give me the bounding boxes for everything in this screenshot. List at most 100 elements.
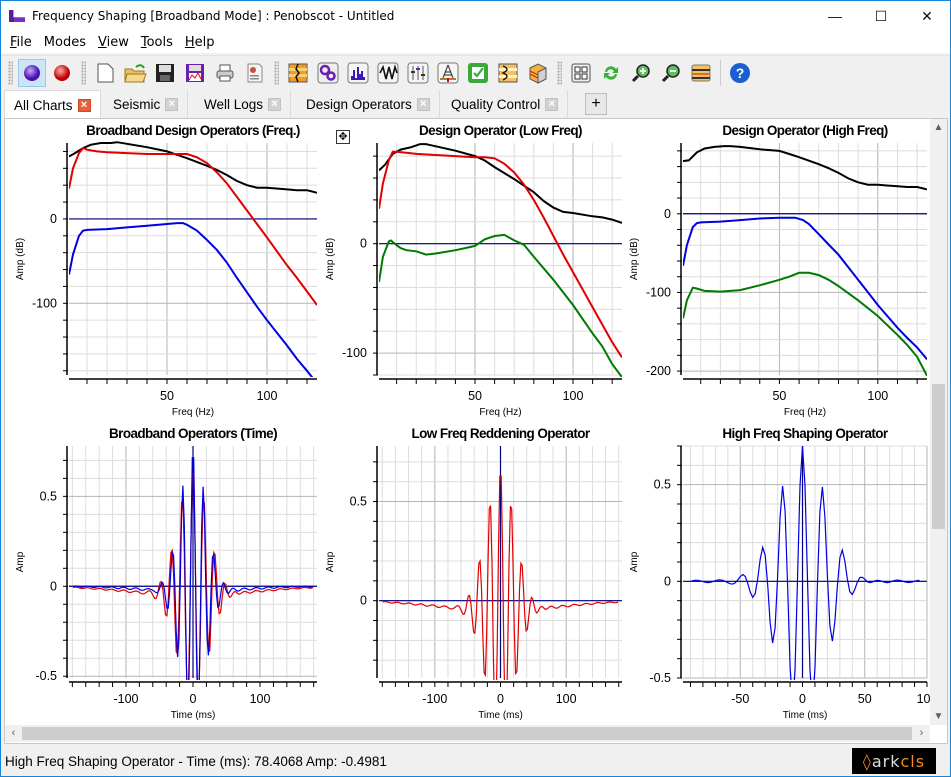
menu-help[interactable]: Help bbox=[179, 35, 221, 50]
y-tick-label: -0.5 bbox=[649, 671, 671, 685]
vertical-scrollbar[interactable]: ▲ ▼ bbox=[930, 119, 947, 725]
close-button[interactable]: ✕ bbox=[904, 1, 950, 31]
spectrum-button[interactable] bbox=[344, 59, 372, 87]
plot-area bbox=[69, 446, 317, 680]
toolbar-grip[interactable] bbox=[8, 60, 13, 85]
refresh-button[interactable] bbox=[597, 59, 625, 87]
tab-label: All Charts bbox=[14, 97, 73, 113]
close-icon: ✕ bbox=[921, 7, 933, 24]
horizon-button[interactable] bbox=[494, 59, 522, 87]
chart-title: Broadband Design Operators (Freq.) bbox=[86, 123, 300, 138]
chart-title: Design Operator (High Freq) bbox=[722, 123, 887, 138]
seismic-button[interactable] bbox=[284, 59, 312, 87]
chart-broadband-time[interactable]: Broadband Operators (Time) -100 0 100 0.5 0 -0… bbox=[5, 422, 320, 725]
chart-highfreq-shaping[interactable]: High Freq Shaping Operator -50 0 50 100 0.5 0 -… bbox=[619, 422, 930, 725]
save-icon bbox=[156, 63, 174, 82]
tab-design-operators[interactable]: Design Operators × bbox=[297, 90, 440, 118]
toolbar-grip[interactable] bbox=[557, 60, 562, 85]
new-file-button[interactable] bbox=[91, 59, 119, 87]
close-tab-icon[interactable]: × bbox=[416, 97, 430, 111]
sliders-button[interactable] bbox=[404, 59, 432, 87]
broadband-mode-button[interactable] bbox=[18, 58, 46, 87]
minimize-button[interactable]: — bbox=[812, 1, 858, 31]
well-button[interactable] bbox=[434, 59, 462, 87]
grid-layout-button[interactable] bbox=[567, 59, 595, 87]
menu-file[interactable]: File bbox=[4, 35, 38, 50]
tab-quality-control[interactable]: Quality Control × bbox=[442, 90, 569, 118]
open-button[interactable] bbox=[121, 59, 149, 87]
grid bbox=[373, 143, 622, 384]
toolbar-grip[interactable] bbox=[274, 60, 279, 85]
vertical-scroll-thumb[interactable] bbox=[932, 384, 945, 529]
help-button[interactable]: ? bbox=[726, 59, 754, 87]
tab-well-logs[interactable]: Well Logs × bbox=[195, 90, 292, 118]
chart-broadband-design-freq[interactable]: Broadband Design Operators (Freq.) 50 100 0… bbox=[5, 119, 320, 422]
y-tick-label: 0 bbox=[664, 207, 671, 221]
x-tick-label: -100 bbox=[113, 692, 138, 706]
x-tick-label: 50 bbox=[858, 692, 872, 706]
stop-mode-button[interactable] bbox=[48, 59, 76, 87]
settings-gears-icon bbox=[317, 62, 339, 83]
report-icon bbox=[247, 63, 263, 82]
close-tab-icon[interactable]: × bbox=[165, 97, 179, 111]
wavelet-button[interactable] bbox=[374, 59, 402, 87]
settings-button[interactable] bbox=[314, 59, 342, 87]
qc-check-button[interactable] bbox=[464, 59, 492, 87]
close-tab-icon[interactable]: × bbox=[77, 98, 91, 112]
scroll-right-icon[interactable]: › bbox=[913, 725, 930, 742]
x-tick-label: 100 bbox=[917, 692, 930, 706]
close-tab-icon[interactable]: × bbox=[268, 97, 282, 111]
horizontal-scrollbar[interactable]: ‹ › bbox=[5, 725, 930, 742]
horizontal-scroll-thumb[interactable] bbox=[22, 727, 912, 740]
x-axis-label: Freq (Hz) bbox=[784, 407, 826, 418]
series-red bbox=[69, 146, 317, 306]
toolbar-grip[interactable] bbox=[81, 60, 86, 85]
tab-label: Seismic bbox=[113, 96, 161, 112]
y-tick-label: 0 bbox=[50, 212, 57, 226]
x-tick-label: 0 bbox=[799, 692, 806, 706]
layers-button[interactable] bbox=[687, 59, 715, 87]
menu-modes[interactable]: Modes bbox=[38, 35, 92, 50]
svg-text:?: ? bbox=[736, 65, 745, 81]
x-tick-label: -100 bbox=[422, 692, 447, 706]
menu-tools[interactable]: Tools bbox=[135, 35, 179, 50]
scroll-left-icon[interactable]: ‹ bbox=[5, 725, 22, 742]
save-button[interactable] bbox=[151, 59, 179, 87]
close-tab-icon[interactable]: × bbox=[545, 97, 559, 111]
add-tab-button[interactable]: + bbox=[585, 93, 607, 115]
y-tick-label: -200 bbox=[646, 364, 671, 378]
plot-area bbox=[379, 143, 622, 377]
x-tick-label: 50 bbox=[468, 389, 482, 403]
spectrum-icon bbox=[347, 62, 369, 83]
series-black bbox=[683, 145, 927, 191]
chart-lowfreq-reddening[interactable]: Low Freq Reddening Operator -100 0 100 0.5 0 T… bbox=[315, 422, 625, 725]
save-as-button[interactable] bbox=[181, 59, 209, 87]
maximize-button[interactable]: ☐ bbox=[858, 1, 904, 31]
series-red bbox=[379, 150, 622, 359]
y-tick-label: 0 bbox=[664, 574, 671, 588]
menu-view[interactable]: View bbox=[92, 35, 135, 50]
print-button[interactable] bbox=[211, 59, 239, 87]
x-tick-label: 100 bbox=[250, 692, 271, 706]
status-bar: High Freq Shaping Operator - Time (ms): … bbox=[1, 746, 950, 776]
zoom-in-icon bbox=[631, 63, 650, 82]
y-tick-label: -100 bbox=[646, 285, 671, 299]
scroll-up-icon[interactable]: ▲ bbox=[930, 119, 947, 136]
grid bbox=[677, 143, 927, 384]
check-qc-icon bbox=[468, 62, 488, 83]
volume-button[interactable] bbox=[524, 59, 552, 87]
new-file-icon bbox=[97, 63, 114, 82]
x-tick-label: -50 bbox=[731, 692, 749, 706]
scroll-down-icon[interactable]: ▼ bbox=[930, 708, 947, 725]
y-axis-label: Amp (dB) bbox=[629, 238, 640, 280]
zoom-out-button[interactable] bbox=[657, 59, 685, 87]
logo-suffix: cls bbox=[900, 751, 926, 771]
chart-design-lowfreq[interactable]: Design Operator (Low Freq) 50 100 0 -100 Freq… bbox=[315, 119, 625, 422]
zoom-in-button[interactable] bbox=[627, 59, 655, 87]
tab-label: Design Operators bbox=[306, 96, 412, 112]
chart-design-highfreq[interactable]: Design Operator (High Freq) 50 100 0 -100 -20… bbox=[619, 119, 930, 422]
tab-all-charts[interactable]: All Charts × bbox=[4, 90, 101, 119]
move-chart-handle-icon[interactable]: ✥ bbox=[336, 130, 350, 144]
tab-seismic[interactable]: Seismic × bbox=[104, 90, 189, 118]
report-button[interactable] bbox=[241, 59, 269, 87]
